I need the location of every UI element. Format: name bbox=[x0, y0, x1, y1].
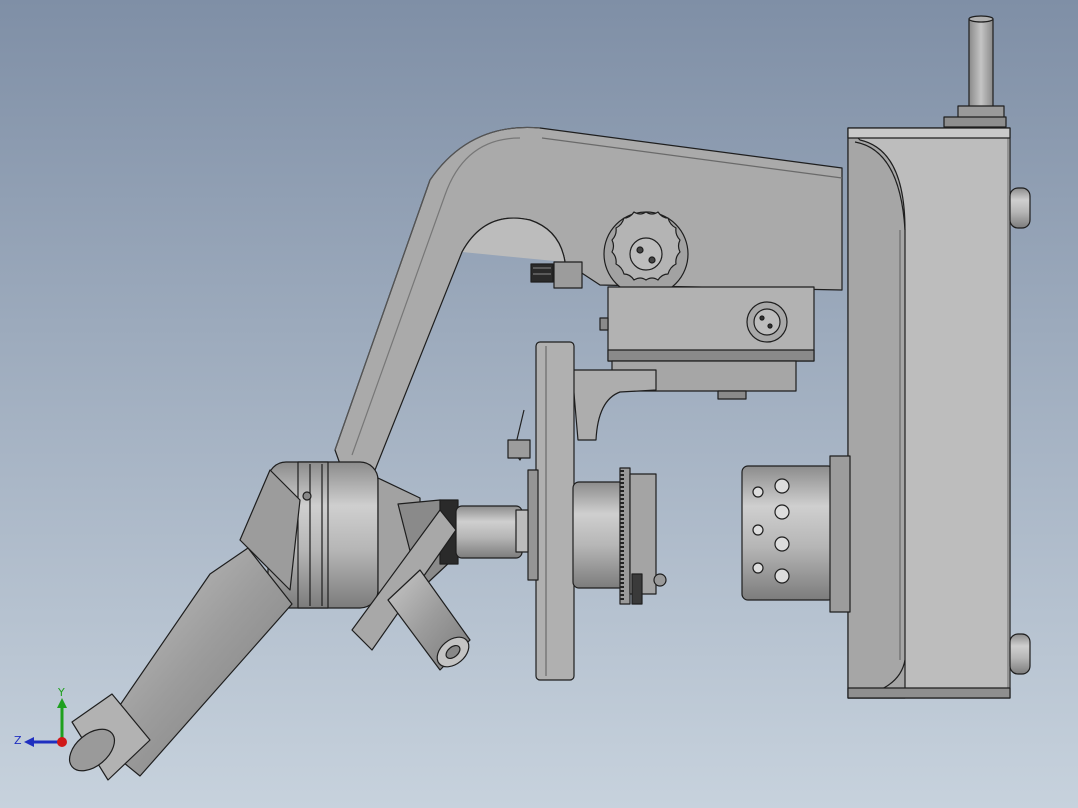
coordinate-triad: Y Z bbox=[14, 686, 67, 747]
microscope-arm-assembly-model[interactable] bbox=[0, 0, 1078, 808]
cad-3d-viewport[interactable]: Y Z bbox=[0, 0, 1078, 808]
y-axis-label: Y bbox=[57, 686, 65, 699]
eyepiece-tube bbox=[68, 547, 293, 781]
light-barrel bbox=[741, 455, 851, 613]
main-housing bbox=[847, 127, 1031, 699]
condenser bbox=[572, 467, 667, 605]
upper-knob bbox=[603, 211, 689, 297]
z-axis-label: Z bbox=[14, 734, 22, 747]
top-rod bbox=[943, 15, 1007, 128]
